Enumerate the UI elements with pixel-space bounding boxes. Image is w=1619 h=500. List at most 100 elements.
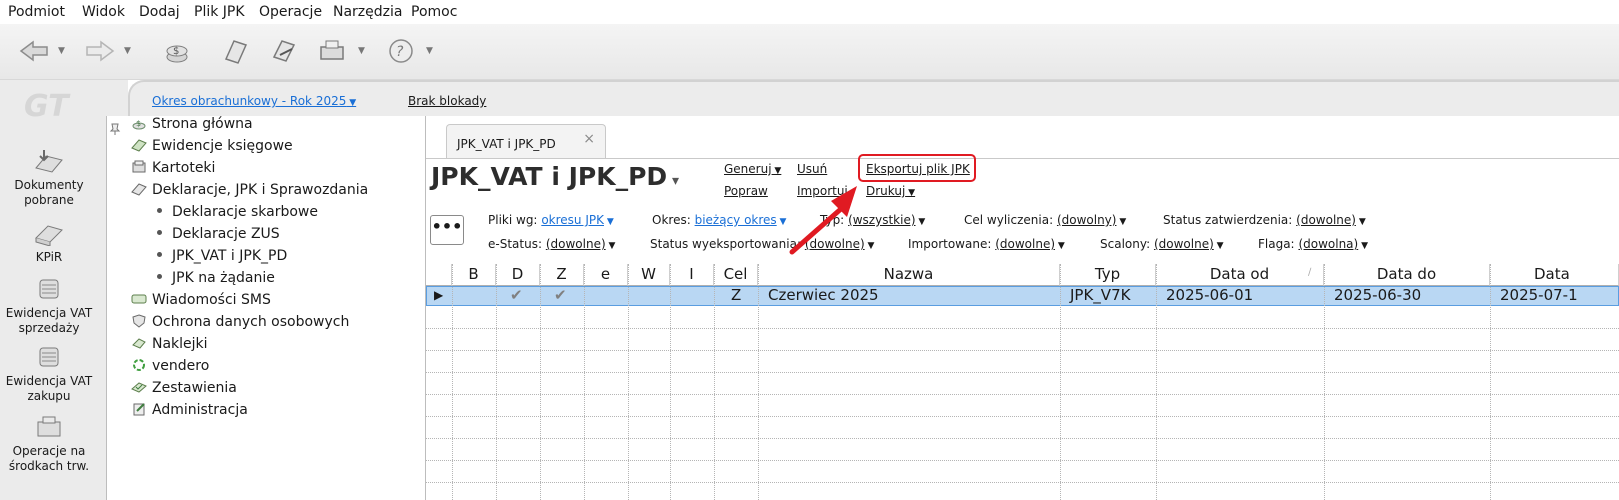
pin-icon[interactable] [109, 122, 121, 136]
column-header-indicator [426, 264, 452, 286]
assets-icon [37, 416, 61, 437]
cell-data-do: 2025-06-30 [1334, 286, 1422, 304]
help-dropdown-icon[interactable]: ▼ [426, 46, 433, 56]
tree-item-deklaracje-skarbowe[interactable]: Deklaracje skarbowe [157, 204, 318, 220]
menu-widok[interactable]: Widok [82, 4, 125, 20]
sign-icon[interactable] [268, 36, 302, 66]
tree-item-zestawienia[interactable]: Zestawienia [131, 380, 237, 396]
filter-pliki[interactable]: Pliki wg: okresu JPK ▼ [488, 213, 614, 227]
tree-item-administracja[interactable]: Administracja [131, 402, 248, 418]
back-dropdown-icon[interactable]: ▼ [58, 46, 65, 56]
module-ewidencja-vat-sprzedazy[interactable]: Ewidencja VAT sprzedaży [0, 276, 98, 336]
module-kpir[interactable]: KPiR [0, 220, 98, 265]
menu-dodaj[interactable]: Dodaj [139, 4, 180, 20]
filter-cel[interactable]: Cel wyliczenia: (dowolny) ▼ [964, 213, 1126, 227]
cell-z-check-icon: ✔ [554, 286, 567, 304]
tree-item-ewidencje-ksiegowe[interactable]: Ewidencje księgowe [131, 138, 293, 154]
more-options-button[interactable]: ••• [430, 215, 464, 245]
highlight-box [858, 154, 976, 182]
column-header-data-do[interactable]: Data do [1324, 264, 1490, 286]
filter-e-status[interactable]: e-Status: (dowolne) ▼ [488, 237, 615, 251]
close-icon[interactable]: × [583, 131, 595, 147]
module-dokumenty-pobrane[interactable]: Dokumenty pobrane [0, 148, 98, 208]
column-header-w[interactable]: W [628, 264, 670, 286]
period-bar: Okres obrachunkowy - Rok 2025 ▼ Brak blo… [128, 80, 1619, 116]
menu-plik-jpk[interactable]: Plik JPK [194, 4, 245, 20]
importuj-button[interactable]: Importuj [797, 184, 848, 198]
grid-line [426, 350, 1619, 351]
filter-scalony[interactable]: Scalony: (dowolne) ▼ [1100, 237, 1224, 251]
navigation-tree: $ Strona główna Ewidencje księgowe Kartot… [106, 116, 426, 500]
filter-status-wyeksportowania[interactable]: Status wyeksportowania: (dowolne) ▼ [650, 237, 874, 251]
column-header-z[interactable]: Z [540, 264, 584, 286]
document-icon[interactable] [218, 36, 252, 66]
grid-line [1060, 264, 1061, 500]
filter-importowane[interactable]: Importowane: (dowolne) ▼ [908, 237, 1065, 251]
grid-line [714, 264, 715, 500]
column-header-b[interactable]: B [452, 264, 496, 286]
bullet-icon [157, 230, 162, 235]
bullet-icon [157, 252, 162, 257]
printer-dropdown-icon[interactable]: ▼ [358, 46, 365, 56]
column-header-data-od[interactable]: Data od [1156, 264, 1324, 286]
filter-status-zatwierdzenia[interactable]: Status zatwierdzenia: (dowolne) ▼ [1163, 213, 1366, 227]
coins-icon [39, 279, 59, 299]
sticker-icon [132, 338, 146, 349]
period-selector[interactable]: Okres obrachunkowy - Rok 2025 ▼ [152, 94, 356, 108]
grid-line [628, 264, 629, 500]
svg-text:?: ? [396, 44, 404, 60]
filter-flaga[interactable]: Flaga: (dowolna) ▼ [1258, 237, 1368, 251]
sort-indicator-icon: ∕ [1308, 267, 1312, 278]
module-operacje-na-srodkach[interactable]: Operacje na środkach trw. [0, 414, 98, 474]
tree-item-deklaracje-zus[interactable]: Deklaracje ZUS [157, 226, 280, 242]
column-header-data[interactable]: Data [1490, 264, 1619, 286]
tree-item-kartoteki[interactable]: Kartoteki [131, 160, 215, 176]
tree-item-deklaracje-jpk[interactable]: Deklaracje, JPK i Sprawozdania [131, 182, 368, 198]
declaration-icon [131, 183, 147, 196]
grid-line [426, 328, 1619, 329]
cell-d-check-icon: ✔ [510, 286, 523, 304]
forward-icon[interactable] [82, 36, 116, 66]
forward-dropdown-icon[interactable]: ▼ [124, 46, 131, 56]
column-header-nazwa[interactable]: Nazwa [758, 264, 1060, 286]
column-header-e[interactable]: e [584, 264, 628, 286]
column-header-typ[interactable]: Typ [1060, 264, 1156, 286]
money-icon[interactable]: $ [160, 36, 194, 66]
page-title[interactable]: JPK_VAT i JPK_PD ▾ [431, 162, 679, 191]
grid-line [540, 264, 541, 500]
usun-button[interactable]: Usuń [797, 162, 827, 176]
printer-icon[interactable] [316, 36, 350, 66]
menu-operacje[interactable]: Operacje [259, 4, 322, 20]
tree-item-vendero[interactable]: vendero [131, 358, 209, 374]
menu-podmiot[interactable]: Podmiot [8, 4, 65, 20]
tab-jpk-vat-jpk-pd[interactable]: JPK_VAT i JPK_PD × [446, 124, 606, 158]
report-icon [131, 382, 147, 393]
grid-line [1490, 264, 1491, 500]
popraw-button[interactable]: Popraw [724, 184, 768, 198]
back-icon[interactable] [18, 36, 52, 66]
column-header-i[interactable]: I [670, 264, 714, 286]
menu-pomoc[interactable]: Pomoc [411, 4, 457, 20]
tree-item-jpk-vat-jpk-pd[interactable]: JPK_VAT i JPK_PD [157, 248, 287, 264]
lock-status-link[interactable]: Brak blokady [408, 94, 486, 108]
column-header-cel[interactable]: Cel [714, 264, 758, 286]
filter-okres[interactable]: Okres: bieżący okres ▼ [652, 213, 786, 227]
help-icon[interactable]: ? [384, 36, 418, 66]
grid-line [584, 264, 585, 500]
admin-icon [133, 403, 145, 416]
tree-item-ochrona-danych[interactable]: Ochrona danych osobowych [131, 314, 349, 330]
tree-item-naklejki[interactable]: Naklejki [131, 336, 208, 352]
grid-line [426, 394, 1619, 395]
tree-item-wiadomosci-sms[interactable]: Wiadomości SMS [131, 292, 271, 308]
filter-typ[interactable]: Typ: (wszystkie) ▼ [820, 213, 925, 227]
document-area: JPK_VAT i JPK_PD × JPK_VAT i JPK_PD ▾ Ge… [426, 116, 1619, 500]
tree-item-jpk-na-zadanie[interactable]: JPK na żądanie [157, 270, 275, 286]
column-header-d[interactable]: D [496, 264, 540, 286]
drukuj-button[interactable]: Drukuj ▼ [866, 184, 915, 198]
table-row[interactable] [426, 286, 1619, 306]
menu-narzedzia[interactable]: Narzędzia [333, 4, 402, 20]
module-ewidencja-vat-zakupu[interactable]: Ewidencja VAT zakupu [0, 344, 98, 404]
generuj-button[interactable]: Generuj ▼ [724, 162, 781, 176]
cell-typ: JPK_V7K [1070, 286, 1131, 304]
tree-item-strona-glowna[interactable]: $ Strona główna [131, 116, 253, 132]
